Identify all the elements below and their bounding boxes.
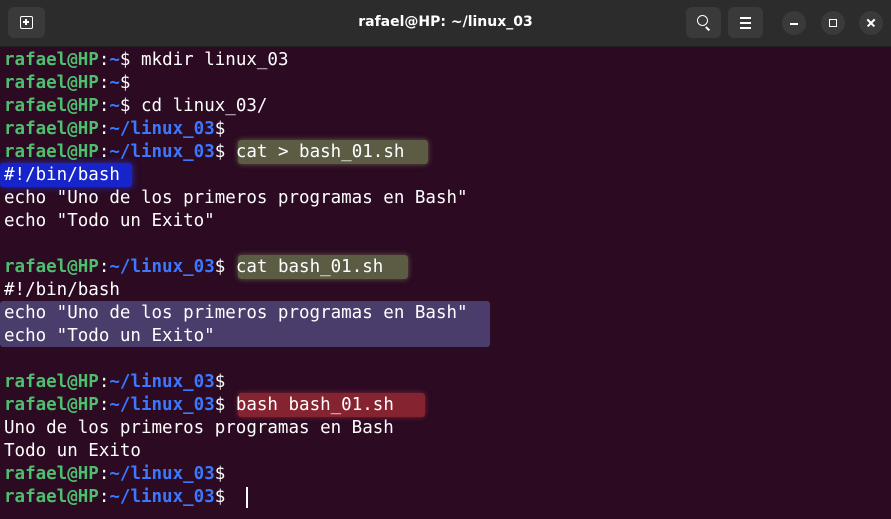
output-line: Uno de los primeros programas en Bash (4, 418, 394, 438)
prompt-line: rafael@HP:~$ mkdir linux_03 (4, 50, 289, 70)
output-line: echo "Todo un Exito" (4, 326, 215, 346)
output-line: Todo un Exito (4, 441, 141, 461)
terminal-output[interactable]: rafael@HP:~$ mkdir linux_03 rafael@HP:~$… (0, 47, 891, 519)
close-button[interactable] (859, 11, 883, 35)
search-button[interactable] (686, 7, 721, 38)
prompt-line: rafael@HP:~/linux_03$ (4, 464, 226, 484)
output-line: #!/bin/bash (4, 280, 120, 300)
titlebar[interactable]: rafael@HP: ~/linux_03 (0, 0, 891, 47)
search-icon (697, 15, 708, 26)
output-line: echo "Uno de los primeros programas en B… (4, 188, 468, 208)
hamburger-menu-icon-bar (740, 27, 751, 29)
prompt-line: rafael@HP:~/linux_03$ (4, 119, 226, 139)
prompt-line: rafael@HP:~$ (4, 73, 131, 93)
output-line: echo "Uno de los primeros programas en B… (4, 303, 468, 323)
hamburger-menu-icon (740, 17, 751, 19)
prompt-line: rafael@HP:~/linux_03$ cat bash_01.sh (4, 257, 384, 277)
terminal-window: rafael@HP: ~/linux_03 rafael@HP:~$ mkdir (0, 0, 891, 519)
maximize-icon (829, 19, 837, 27)
search-icon-handle (705, 26, 711, 31)
menu-button[interactable] (728, 7, 763, 38)
prompt-line: rafael@HP:~/linux_03$ cat > bash_01.sh (4, 142, 405, 162)
prompt-line: rafael@HP:~$ cd linux_03/ (4, 96, 268, 116)
output-line: echo "Todo un Exito" (4, 211, 215, 231)
minimize-button[interactable] (782, 11, 806, 35)
output-line: #!/bin/bash (4, 165, 120, 185)
maximize-button[interactable] (821, 11, 845, 35)
hamburger-menu-icon-bar (740, 22, 751, 24)
prompt-line: rafael@HP:~/linux_03$ bash bash_01.sh (4, 395, 394, 415)
minimize-icon (790, 23, 798, 25)
prompt-line: rafael@HP:~/linux_03$ (4, 372, 226, 392)
text-cursor (246, 487, 248, 508)
prompt-line-active[interactable]: rafael@HP:~/linux_03$ (4, 486, 236, 509)
